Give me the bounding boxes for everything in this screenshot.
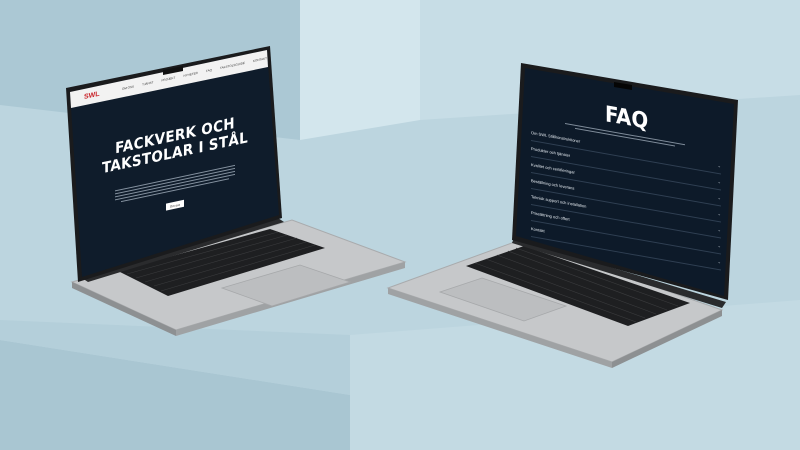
chevron-down-icon: ⌄ [717,226,721,233]
chevron-down-icon: ⌄ [717,242,721,249]
nav-item[interactable]: OM OSS [122,84,134,91]
faq-item-label: Kontakt [531,226,545,234]
nav-item[interactable]: KONTAKT [253,56,267,63]
nav-item[interactable]: TAKSTOLSGUIDE [220,61,245,70]
chevron-down-icon: ⌄ [717,210,721,217]
hero-cta-label: Om oss [169,202,181,209]
faq-list: Om SWL Stålkonstruktioner ⌄ Produkter oc… [531,125,721,271]
right-screen-content: FAQ Om SWL Stålkonstruktioner ⌄ Produkte… [525,68,730,304]
chevron-down-icon: ⌄ [717,162,721,169]
hero-cta-button[interactable]: Om oss [166,199,184,211]
nav-item[interactable]: NYHETER [183,71,197,78]
mockup-scene: SWL OM OSS TJÄNST PROJEKT NYHETER FAQ TA… [0,0,800,450]
left-logo: SWL [84,91,100,101]
logo-text: SWL [84,90,100,102]
chevron-down-icon: ⌄ [717,178,721,185]
chevron-down-icon: ⌄ [717,194,721,201]
chevron-down-icon: ⌄ [717,258,721,265]
faq-item-label: Produkter och tjänster [531,146,571,158]
left-screen-content: SWL OM OSS TJÄNST PROJEKT NYHETER FAQ TA… [70,7,270,280]
nav-item[interactable]: FAQ [206,68,212,73]
nav-item[interactable]: PROJEKT [162,76,176,83]
faq-item-label: Prissättning och offert [531,210,570,222]
faq-item-label: Kvalitet och certifieringar [531,162,575,175]
nav-item[interactable]: TJÄNST [142,80,153,86]
left-nav: OM OSS TJÄNST PROJEKT NYHETER FAQ TAKSTO… [122,56,267,91]
faq-item-label: Beställning och leverans [531,178,575,191]
